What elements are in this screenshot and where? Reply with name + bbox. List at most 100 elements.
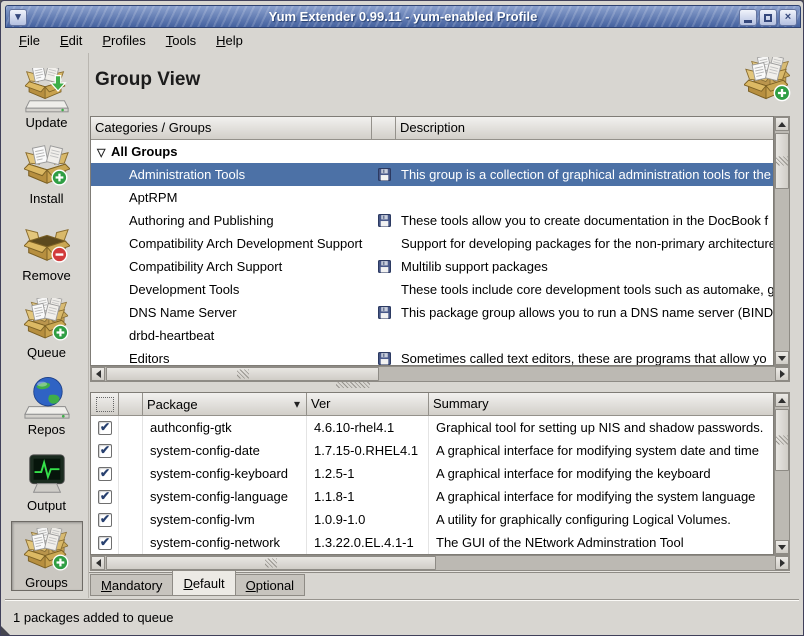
thumb-grip bbox=[265, 559, 277, 568]
group-row-aptrpm[interactable]: AptRPM bbox=[91, 186, 773, 209]
package-row-system-config-language[interactable]: ✔ system-config-language 1.1.8-1 A graph… bbox=[91, 485, 773, 508]
scroll-down-button[interactable] bbox=[775, 351, 789, 365]
column-header-icon[interactable] bbox=[372, 117, 396, 140]
sidebar-item-groups[interactable]: Groups bbox=[11, 521, 83, 591]
group-description: Sometimes called text editors, these are… bbox=[396, 351, 773, 365]
package-checkbox[interactable]: ✔ bbox=[98, 444, 112, 458]
arrow-right-icon bbox=[780, 559, 785, 567]
package-row-system-config-lvm[interactable]: ✔ system-config-lvm 1.0.9-1.0 A utility … bbox=[91, 508, 773, 531]
tab-mandatory[interactable]: Mandatory bbox=[90, 574, 173, 596]
sort-descending-icon: ▾ bbox=[294, 397, 300, 411]
package-checkbox[interactable]: ✔ bbox=[98, 536, 112, 550]
scrollbar-thumb[interactable] bbox=[106, 556, 436, 570]
column-header-summary[interactable]: Summary bbox=[429, 393, 773, 416]
package-summary: A graphical interface for modifying the … bbox=[429, 466, 773, 481]
arrow-down-icon bbox=[778, 356, 786, 361]
column-header-status[interactable] bbox=[119, 393, 143, 416]
scroll-up-button[interactable] bbox=[775, 393, 789, 407]
menu-file[interactable]: File bbox=[9, 30, 50, 51]
package-checkbox[interactable]: ✔ bbox=[98, 490, 112, 504]
group-row-compat-arch-support[interactable]: Compatibility Arch Support Multilib supp… bbox=[91, 255, 773, 278]
group-description: These tools include core development too… bbox=[396, 282, 773, 297]
group-description: These tools allow you to create document… bbox=[396, 213, 773, 228]
scroll-left-button[interactable] bbox=[91, 367, 105, 381]
group-row-drbd-heartbeat[interactable]: drbd-heartbeat bbox=[91, 324, 773, 347]
scroll-up-button[interactable] bbox=[775, 117, 789, 131]
packages-horizontal-scrollbar[interactable] bbox=[90, 555, 790, 571]
maximize-icon bbox=[764, 14, 772, 22]
checkmark-icon: ✔ bbox=[100, 444, 110, 456]
titlebar[interactable]: ▾ Yum Extender 0.99.11 - yum-enabled Pro… bbox=[5, 5, 801, 28]
column-header-package[interactable]: Package ▾ bbox=[143, 393, 307, 416]
window-title: Yum Extender 0.99.11 - yum-enabled Profi… bbox=[269, 9, 538, 24]
minimize-button[interactable] bbox=[739, 9, 757, 26]
package-row-system-config-date[interactable]: ✔ system-config-date 1.7.15-0.RHEL4.1 A … bbox=[91, 439, 773, 462]
groups-table: Categories / Groups Description ▽All Gro… bbox=[90, 116, 774, 366]
sidebar-item-queue[interactable]: Queue bbox=[11, 291, 83, 361]
scroll-right-button[interactable] bbox=[775, 556, 789, 570]
package-row-authconfig-gtk[interactable]: ✔ authconfig-gtk 4.6.10-rhel4.1 Graphica… bbox=[91, 416, 773, 439]
column-header-description[interactable]: Description bbox=[396, 117, 773, 140]
package-checkbox[interactable]: ✔ bbox=[98, 421, 112, 435]
tab-default[interactable]: Default bbox=[172, 571, 235, 596]
package-checkbox[interactable]: ✔ bbox=[98, 467, 112, 481]
expander-icon[interactable]: ▽ bbox=[97, 146, 111, 159]
group-row-development-tools[interactable]: Development Tools These tools include co… bbox=[91, 278, 773, 301]
close-button[interactable]: × bbox=[779, 9, 797, 26]
package-summary: The GUI of the NEtwork Adminstration Too… bbox=[429, 535, 773, 550]
menu-profiles[interactable]: Profiles bbox=[92, 30, 155, 51]
tab-optional[interactable]: Optional bbox=[235, 574, 305, 596]
group-row-editors[interactable]: Editors Sometimes called text editors, t… bbox=[91, 347, 773, 365]
install-icon bbox=[24, 144, 70, 190]
column-header-ver[interactable]: Ver bbox=[307, 393, 429, 416]
arrow-left-icon bbox=[96, 370, 101, 378]
column-header-select[interactable] bbox=[91, 393, 119, 416]
sidebar-item-remove[interactable]: Remove bbox=[11, 214, 83, 284]
groups-table-body: ▽All Groups Administration Tools This gr… bbox=[91, 140, 773, 365]
package-name: system-config-keyboard bbox=[143, 466, 307, 481]
thumb-grip bbox=[776, 436, 788, 445]
groups-vertical-scrollbar[interactable] bbox=[774, 116, 790, 366]
group-name: Compatibility Arch Support bbox=[91, 259, 372, 274]
package-checkbox[interactable]: ✔ bbox=[98, 513, 112, 527]
sidebar-label: Update bbox=[26, 115, 68, 130]
scrollbar-thumb[interactable] bbox=[775, 409, 789, 471]
main-panel: Group View Categories / Groups Descripti… bbox=[89, 53, 801, 598]
scroll-left-button[interactable] bbox=[91, 556, 105, 570]
checkmark-icon: ✔ bbox=[100, 513, 110, 525]
sidebar-item-repos[interactable]: Repos bbox=[11, 368, 83, 438]
scroll-down-button[interactable] bbox=[775, 540, 789, 554]
packages-vertical-scrollbar[interactable] bbox=[774, 392, 790, 555]
scrollbar-thumb[interactable] bbox=[106, 367, 379, 381]
sidebar-item-update[interactable]: Update bbox=[11, 61, 83, 131]
minimize-icon bbox=[744, 20, 752, 23]
menu-tools[interactable]: Tools bbox=[156, 30, 206, 51]
scrollbar-thumb[interactable] bbox=[775, 133, 789, 189]
column-header-categories[interactable]: Categories / Groups bbox=[91, 117, 372, 140]
package-row-system-config-network[interactable]: ✔ system-config-network 1.3.22.0.EL.4.1-… bbox=[91, 531, 773, 554]
package-name: system-config-lvm bbox=[143, 512, 307, 527]
floppy-icon bbox=[378, 214, 391, 227]
statusbar: 1 packages added to queue bbox=[5, 599, 799, 635]
group-name: Authoring and Publishing bbox=[91, 213, 372, 228]
sidebar-item-install[interactable]: Install bbox=[11, 138, 83, 208]
pane-splitter[interactable] bbox=[89, 380, 801, 390]
sidebar-label: Queue bbox=[27, 345, 66, 360]
group-row-all-groups[interactable]: ▽All Groups bbox=[91, 140, 773, 163]
window-menu-button[interactable]: ▾ bbox=[9, 9, 27, 26]
group-row-administration-tools[interactable]: Administration Tools This group is a col… bbox=[91, 163, 773, 186]
group-name: Administration Tools bbox=[91, 167, 372, 182]
group-row-dns-name-server[interactable]: DNS Name Server This package group allow… bbox=[91, 301, 773, 324]
package-type-tabs: Mandatory Default Optional bbox=[90, 573, 304, 599]
splitter-grip-icon bbox=[336, 382, 370, 388]
scroll-right-button[interactable] bbox=[775, 367, 789, 381]
package-row-system-config-keyboard[interactable]: ✔ system-config-keyboard 1.2.5-1 A graph… bbox=[91, 462, 773, 485]
sidebar-item-output[interactable]: Output bbox=[11, 445, 83, 515]
maximize-button[interactable] bbox=[759, 9, 777, 26]
menu-help[interactable]: Help bbox=[206, 30, 253, 51]
arrow-up-icon bbox=[778, 122, 786, 127]
group-row-compat-arch-dev-support[interactable]: Compatibility Arch Development Support S… bbox=[91, 232, 773, 255]
menu-edit[interactable]: Edit bbox=[50, 30, 92, 51]
group-row-authoring-and-publishing[interactable]: Authoring and Publishing These tools all… bbox=[91, 209, 773, 232]
arrow-right-icon bbox=[780, 370, 785, 378]
